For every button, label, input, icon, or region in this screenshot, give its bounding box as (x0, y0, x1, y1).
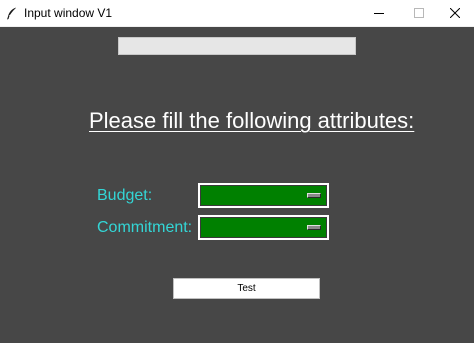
budget-label: Budget: (97, 187, 153, 204)
minimize-icon (374, 5, 384, 23)
commitment-dropdown[interactable] (198, 215, 329, 240)
maximize-icon (414, 5, 424, 23)
dropdown-indicator-icon (307, 225, 321, 230)
window-title: Input window V1 (24, 6, 113, 20)
feather-icon (6, 7, 18, 20)
page-heading: Please fill the following attributes: (89, 108, 415, 133)
dropdown-indicator-icon (307, 193, 321, 198)
test-button[interactable]: Test (173, 278, 320, 299)
commitment-label: Commitment: (97, 219, 193, 236)
budget-dropdown[interactable] (198, 183, 329, 208)
top-input-field[interactable] (118, 37, 356, 55)
title-bar[interactable]: Input window V1 (0, 0, 474, 27)
close-icon (449, 5, 461, 23)
close-button[interactable] (436, 0, 474, 27)
input-window: Input window V1 Please fill the followin… (0, 0, 474, 343)
